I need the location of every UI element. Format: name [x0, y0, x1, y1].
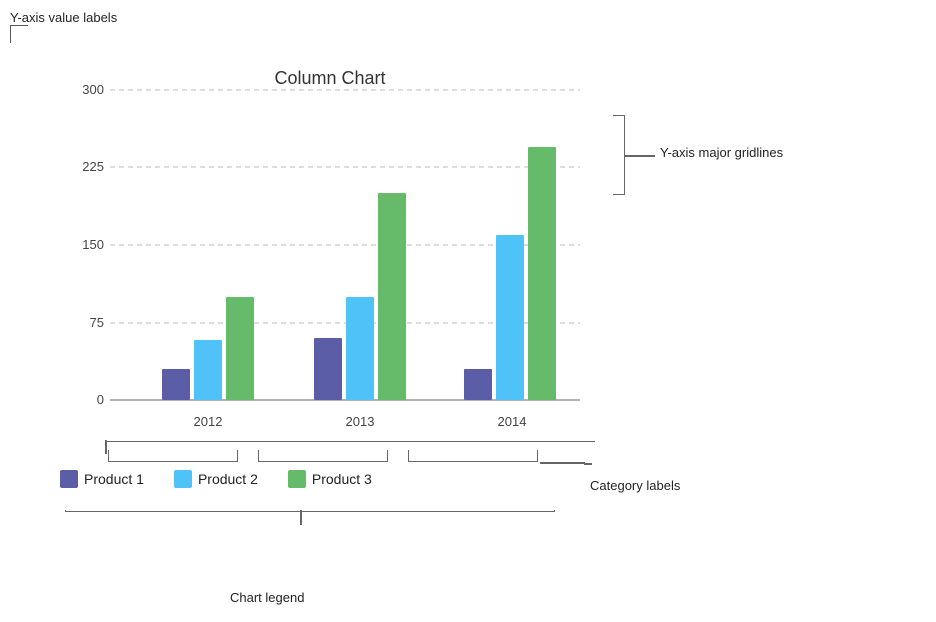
gridlines-bracket-line: [625, 155, 655, 157]
bar-2014-p2: [496, 235, 524, 400]
bar-2012-p2: [194, 340, 222, 400]
bar-2012-p3: [226, 297, 254, 400]
bar-2013-p1: [314, 338, 342, 400]
legend-swatch-p2: [174, 470, 192, 488]
legend-swatch-p1: [60, 470, 78, 488]
chart-svg: 300 225 150 75 0 2012 2013 2014: [60, 80, 610, 480]
gridlines-bracket: [613, 115, 625, 195]
bar-2012-p1: [162, 369, 190, 400]
legend-bracket: [65, 510, 555, 512]
y-label-150: 150: [82, 237, 104, 252]
y-axis-label-annotation: Y-axis value labels: [10, 10, 117, 25]
x-label-2014: 2014: [498, 414, 527, 429]
chart-legend-annotation: Chart legend: [230, 590, 304, 605]
bar-2014-p1: [464, 369, 492, 400]
bar-2013-p2: [346, 297, 374, 400]
category-labels-annotation: Category labels: [590, 478, 680, 493]
legend-label-p2: Product 2: [198, 471, 258, 487]
legend-label-p1: Product 1: [84, 471, 144, 487]
legend-item-p2: Product 2: [174, 470, 258, 488]
bar-2014-p3: [528, 147, 556, 400]
legend-item-p1: Product 1: [60, 470, 144, 488]
bar-2013-p3: [378, 193, 406, 400]
y-label-300: 300: [82, 82, 104, 97]
x-label-2013: 2013: [346, 414, 375, 429]
x-label-2012: 2012: [194, 414, 223, 429]
y-label-225: 225: [82, 159, 104, 174]
legend-label-p3: Product 3: [312, 471, 372, 487]
y-label-0: 0: [97, 392, 104, 407]
y-label-75: 75: [90, 315, 104, 330]
chart-legend: Product 1 Product 2 Product 3: [60, 470, 372, 488]
legend-swatch-p3: [288, 470, 306, 488]
y-axis-bracket-icon: [10, 25, 28, 43]
legend-bracket-mid: [300, 510, 302, 525]
legend-item-p3: Product 3: [288, 470, 372, 488]
page: Column Chart Y-axis value labels Y-axis …: [0, 0, 936, 622]
y-axis-gridlines-annotation: Y-axis major gridlines: [660, 145, 783, 160]
